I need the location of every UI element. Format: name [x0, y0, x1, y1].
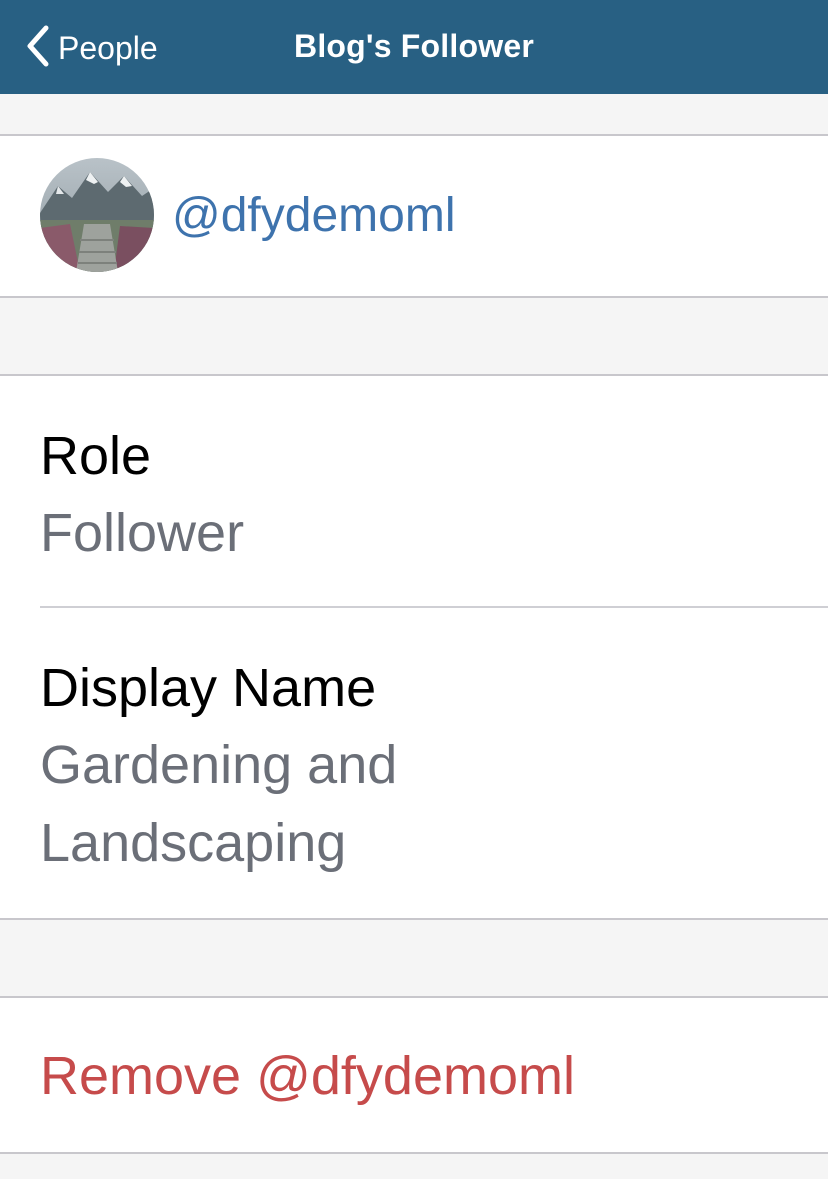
details-section: Role Follower Display Name Gardening and… — [0, 374, 828, 920]
role-row: Role Follower — [40, 418, 828, 572]
row-divider — [40, 606, 828, 608]
display-name-value-line1: Gardening and — [40, 735, 398, 795]
display-name-label: Display Name — [40, 658, 377, 718]
username: @dfydemoml — [172, 189, 456, 242]
role-label: Role — [40, 426, 152, 486]
page-title: Blog's Follower — [294, 28, 534, 64]
avatar — [40, 158, 154, 272]
remove-section: Remove @dfydemoml — [0, 996, 828, 1154]
remove-user-button[interactable]: Remove @dfydemoml — [40, 1038, 575, 1114]
display-name-value-line2: Landscaping — [40, 813, 347, 873]
role-value: Follower — [40, 503, 245, 563]
navigation-bar: People Blog's Follower — [0, 0, 828, 94]
display-name-row: Display Name Gardening and Landscaping — [40, 650, 828, 882]
profile-section: @dfydemoml — [0, 134, 828, 298]
